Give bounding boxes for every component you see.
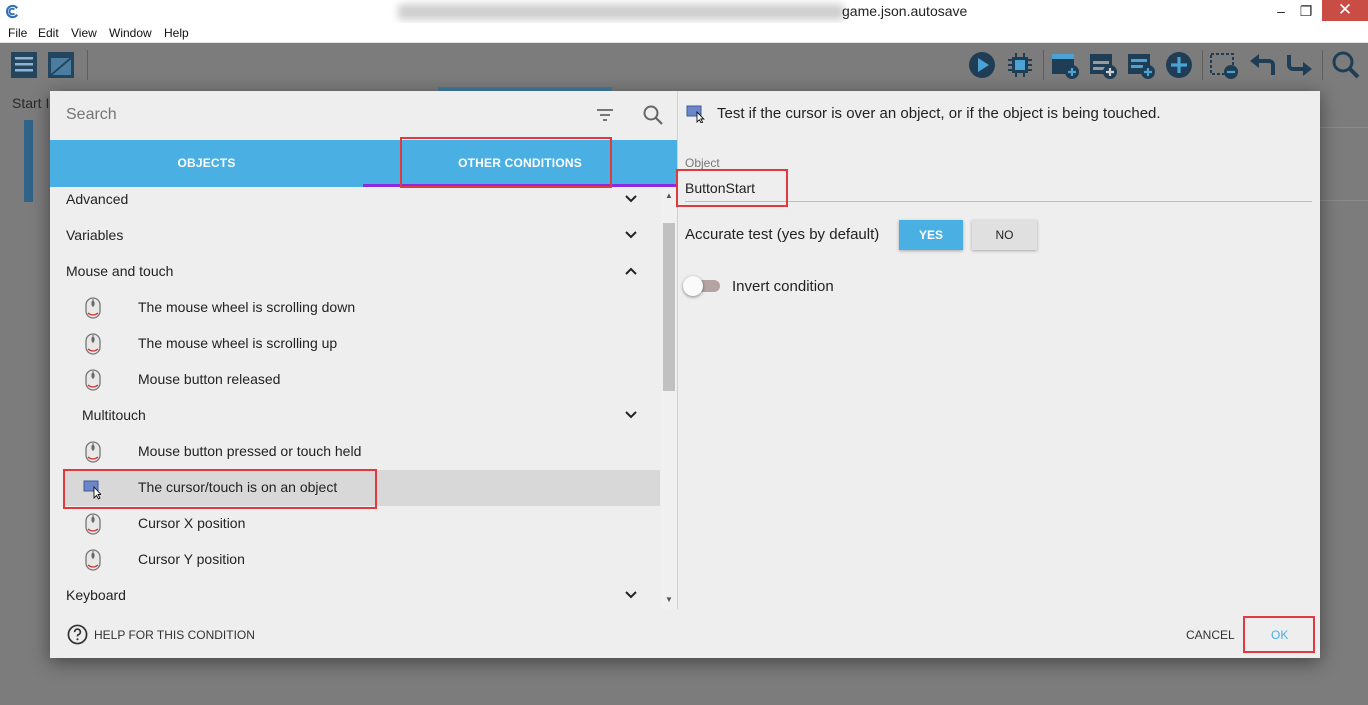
list-item[interactable]: The mouse wheel is scrolling up: [50, 326, 661, 362]
help-circle-icon[interactable]: [67, 624, 88, 645]
mouse-icon: [85, 333, 101, 355]
background-event-strip: [24, 120, 33, 202]
search-events-icon[interactable]: [1330, 49, 1360, 81]
cancel-button[interactable]: CANCEL: [1186, 628, 1235, 642]
debugger-icon[interactable]: [1005, 49, 1035, 81]
scroll-down-arrow-icon[interactable]: ▼: [665, 595, 673, 604]
close-button[interactable]: ✕: [1322, 0, 1368, 21]
list-scrollbar[interactable]: ▲ ▼: [661, 187, 677, 609]
search-icon[interactable]: [642, 104, 664, 126]
search-input[interactable]: [66, 103, 576, 127]
window-title-obscured: [398, 4, 844, 20]
invert-condition-label: Invert condition: [732, 278, 834, 295]
chevron-down-icon: [625, 411, 637, 419]
object-field-underline: [685, 201, 1312, 202]
background-event-row: [1320, 127, 1368, 201]
mouse-icon: [85, 297, 101, 319]
list-subcategory-multitouch[interactable]: Multitouch: [50, 398, 661, 434]
tab-bar: OBJECTS OTHER CONDITIONS: [50, 140, 677, 187]
chevron-down-icon: [625, 231, 637, 239]
cursor-object-icon: [83, 480, 101, 500]
list-item-label: Keyboard: [66, 587, 126, 603]
menu-bar: File Edit View Window Help: [0, 23, 1368, 43]
scene-editor-icon[interactable]: [46, 49, 76, 81]
add-subevent-icon[interactable]: [1088, 49, 1118, 81]
list-item[interactable]: Cursor Y position: [50, 542, 661, 578]
list-item-label: Mouse button pressed or touch held: [138, 443, 362, 459]
list-item-label: Advanced: [66, 191, 129, 207]
list-category-variables[interactable]: Variables: [50, 218, 661, 254]
list-category-mouse-and-touch[interactable]: Mouse and touch: [50, 254, 661, 290]
list-item-label: The mouse wheel is scrolling down: [138, 299, 356, 315]
maximize-button[interactable]: ❐: [1291, 0, 1321, 22]
list-category-advanced[interactable]: Advanced: [50, 187, 661, 218]
list-item-selected[interactable]: The cursor/touch is on an object: [63, 470, 660, 506]
add-more-icon[interactable]: [1164, 49, 1194, 81]
yes-button[interactable]: YES: [899, 220, 963, 250]
chevron-up-icon: [625, 267, 637, 275]
cursor-object-icon: [686, 105, 705, 123]
menu-window[interactable]: Window: [109, 26, 152, 40]
toolbar: [0, 43, 1368, 89]
project-manager-icon[interactable]: [9, 49, 39, 81]
list-item-label: Cursor Y position: [138, 551, 245, 567]
chevron-down-icon: [625, 195, 637, 203]
list-item[interactable]: The mouse wheel is scrolling down: [50, 290, 661, 326]
toolbar-separator: [1202, 50, 1203, 80]
mouse-icon: [85, 441, 101, 463]
add-comment-icon[interactable]: [1126, 49, 1156, 81]
help-button[interactable]: HELP FOR THIS CONDITION: [94, 628, 255, 642]
menu-file[interactable]: File: [8, 26, 27, 40]
chevron-down-icon: [625, 591, 637, 599]
toolbar-separator: [1043, 50, 1044, 80]
filter-icon[interactable]: [595, 105, 615, 125]
mouse-icon: [85, 369, 101, 391]
pane-divider: [677, 91, 678, 609]
delete-selected-icon[interactable]: [1209, 49, 1239, 81]
menu-help[interactable]: Help: [164, 26, 189, 40]
list-item-label: Mouse button released: [138, 371, 281, 387]
app-logo-icon: [6, 4, 19, 19]
tab-objects[interactable]: OBJECTS: [50, 140, 363, 187]
list-item-label: The cursor/touch is on an object: [138, 479, 338, 495]
search-bar: [50, 91, 677, 140]
list-item-label: The mouse wheel is scrolling up: [138, 335, 338, 351]
list-item-label: Cursor X position: [138, 515, 246, 531]
mouse-icon: [85, 549, 101, 571]
add-event-icon[interactable]: [1050, 49, 1080, 81]
scroll-up-arrow-icon[interactable]: ▲: [665, 191, 673, 200]
tab-other-conditions[interactable]: OTHER CONDITIONS: [363, 140, 677, 187]
menu-edit[interactable]: Edit: [38, 26, 59, 40]
list-item-label: Multitouch: [82, 407, 146, 423]
condition-list: Advanced Variables Mouse and touch The m…: [50, 187, 661, 609]
list-category-keyboard[interactable]: Keyboard: [50, 578, 661, 609]
toolbar-separator: [1322, 50, 1323, 80]
title-bar: game.json.autosave – ❐ ✕: [0, 0, 1368, 23]
condition-description: Test if the cursor is over an object, or…: [717, 105, 1161, 122]
redo-icon[interactable]: [1285, 49, 1315, 81]
window-title: game.json.autosave: [842, 3, 968, 19]
list-item-label: Variables: [66, 227, 124, 243]
invert-toggle-knob[interactable]: [683, 276, 703, 296]
ok-button[interactable]: OK: [1271, 628, 1288, 642]
scroll-thumb[interactable]: [663, 223, 675, 391]
no-button[interactable]: NO: [972, 220, 1037, 250]
accurate-test-label: Accurate test (yes by default): [685, 226, 880, 243]
preview-play-icon[interactable]: [967, 49, 997, 81]
undo-icon[interactable]: [1247, 49, 1277, 81]
list-item[interactable]: Mouse button released: [50, 362, 661, 398]
dialog-footer: HELP FOR THIS CONDITION CANCEL OK: [50, 609, 1320, 658]
menu-view[interactable]: View: [71, 26, 97, 40]
background-start-label: Start I: [12, 95, 50, 111]
list-item-label: Mouse and touch: [66, 263, 174, 279]
list-item[interactable]: Mouse button pressed or touch held: [50, 434, 661, 470]
condition-dialog: OBJECTS OTHER CONDITIONS Advanced Variab…: [50, 91, 1320, 658]
toolbar-separator: [87, 50, 88, 80]
object-field[interactable]: ButtonStart: [685, 180, 755, 196]
list-item[interactable]: Cursor X position: [50, 506, 661, 542]
mouse-icon: [85, 513, 101, 535]
object-field-label: Object: [685, 156, 720, 170]
